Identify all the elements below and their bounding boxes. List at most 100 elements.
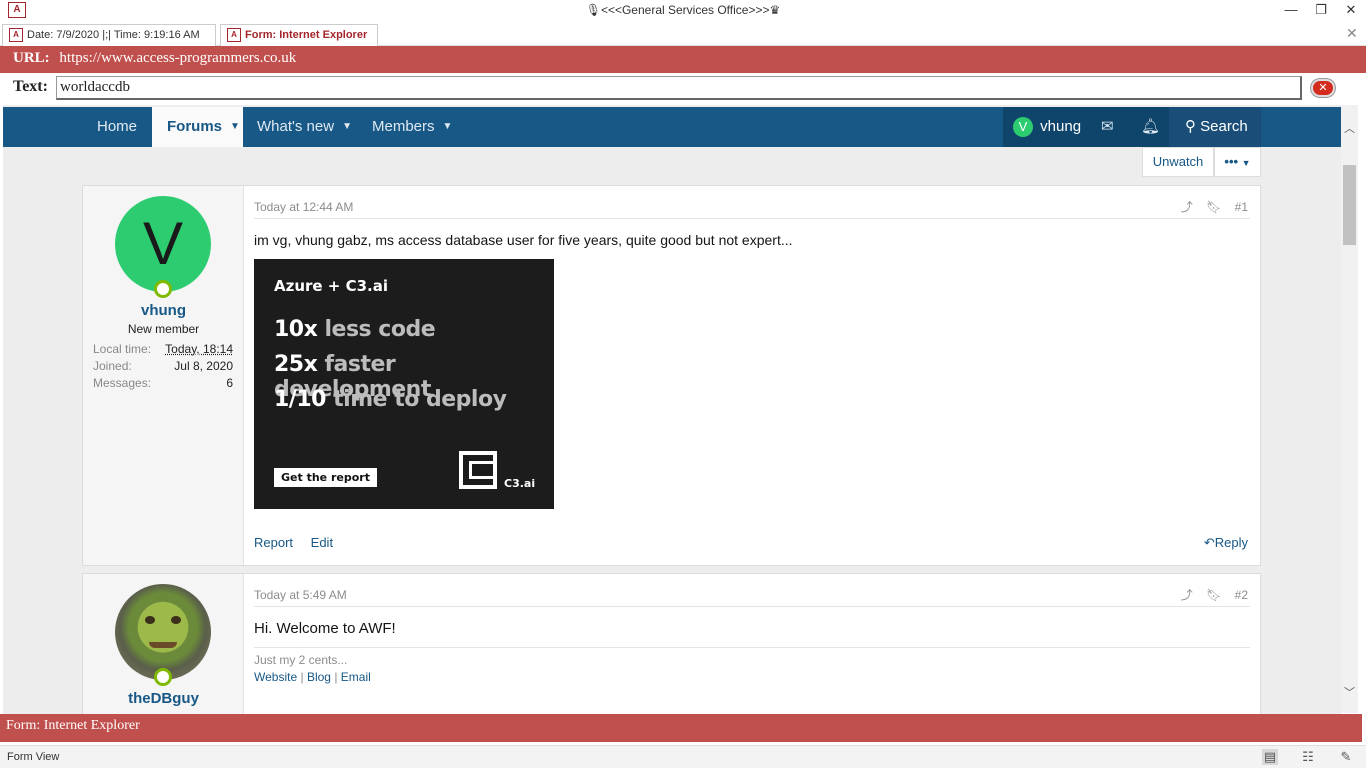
ad-number: 1/10 [274,387,326,412]
nav-username: vhung [1040,118,1082,135]
report-link[interactable]: Report [254,535,293,550]
tab-date-time[interactable]: A Date: 7/9/2020 |;| Time: 9:19:16 AM [2,24,216,46]
design-view-icon[interactable]: ✎ [1338,749,1354,765]
post-time[interactable]: Today at 5:49 AM [254,588,347,602]
ad-heading: Azure + C3.ai [274,277,389,295]
window-title: 🎙<<<General Services Office>>>♛ [585,3,781,17]
clear-text-button[interactable]: ✕ [1311,79,1335,97]
nav-user-area: V vhung ✉ 🔔︎ ⚲ Search [1003,107,1261,147]
nav-forums[interactable]: Forums ▼ [152,107,243,147]
post-number[interactable]: #2 [1235,588,1248,602]
separator: | [334,670,338,684]
restore-button[interactable]: ❐ [1306,0,1336,22]
chevron-down-icon: ▼ [342,121,352,133]
c3ai-logo-icon [459,451,497,489]
bookmark-icon[interactable]: 🔖︎ [1206,200,1221,214]
nav-home[interactable]: Home [97,107,137,147]
blog-link[interactable]: Blog [307,670,331,684]
user-title: New member [127,322,200,336]
more-options-button[interactable]: ••• ▼ [1214,147,1261,177]
online-status-icon [154,668,172,686]
user-avatar: V [1013,117,1033,138]
form-name-bar: Form: Internet Explorer [0,714,1362,742]
stat-label: Local time: [93,342,152,356]
status-text: Form View [7,751,60,763]
ad-text: time to deploy [333,387,507,412]
post-message: Today at 12:44 AM ⤴ 🔖︎ #1 im vg, vhung g… [244,186,1260,565]
ad-number: 10x [274,317,318,342]
minimize-button[interactable]: — [1276,0,1306,22]
tab-label: Form: Internet Explorer [245,29,368,41]
nav-members-label: Members [372,118,435,135]
user-pane: theDBguy [83,574,244,715]
nav-search[interactable]: ⚲ Search [1169,107,1261,147]
close-tab-icon[interactable]: ✕ [1346,25,1358,42]
form-view-icon[interactable]: ▤ [1262,749,1278,765]
signature-links: Website | Blog | Email [254,670,371,684]
ad-brand: C3.ai [504,477,536,490]
bell-icon[interactable]: 🔔︎ [1141,107,1160,147]
ad-number: 25x [274,352,318,377]
more-dots-icon: ••• [1224,154,1239,169]
chevron-down-icon: ▼ [442,121,453,133]
share-icon[interactable]: ⤴ [1181,588,1193,602]
user-pane: V vhung New member Local time: Today, 18:… [83,186,244,565]
nav-whats-new[interactable]: What's new ▼ [257,107,352,147]
nav-account[interactable]: V vhung [1013,107,1081,147]
post-body: im vg, vhung gabz, ms access database us… [254,232,793,248]
stat-value: Jul 8, 2020 [174,359,233,373]
online-status-icon [154,280,172,298]
tab-form-internet-explorer[interactable]: A Form: Internet Explorer [220,24,378,46]
reply-icon: ↶ [1203,535,1215,550]
datasheet-view-icon[interactable]: ☷ [1300,749,1316,765]
post-number[interactable]: #1 [1235,200,1248,214]
url-label: URL: [13,50,50,66]
email-link[interactable]: Email [341,670,371,684]
stat-label: Messages: [93,376,152,390]
text-label: Text: [13,78,48,95]
post-meta-actions: ⤴ 🔖︎ #1 [1181,198,1248,215]
post-username[interactable]: theDBguy [83,690,244,707]
divider [254,218,1250,219]
text-input[interactable]: worldaccdb [56,76,1302,100]
forum-nav-bar: Home Forums ▼ What's new ▼ Members ▼ V vhun… [3,107,1341,147]
scroll-up-icon[interactable]: ︿ [1341,120,1358,136]
scroll-down-icon[interactable]: ﹀ [1341,684,1358,700]
unwatch-button[interactable]: Unwatch [1142,147,1214,177]
get-report-button[interactable]: Get the report [274,468,377,487]
ad-text: less code [324,317,436,342]
signature-divider [254,647,1250,648]
url-value[interactable]: https://www.access-programmers.co.uk [59,50,296,66]
scrollbar-thumb[interactable] [1343,165,1356,245]
share-icon[interactable]: ⤴ [1181,200,1193,214]
post-actions: Report Edit [254,535,333,550]
chevron-down-icon[interactable]: ▼ [230,107,240,147]
advertisement-banner[interactable]: Azure + C3.ai 10x less code 25x faster d… [254,259,554,509]
caret-down-icon: ▼ [1241,158,1251,168]
divider [254,606,1250,607]
stat-value: 6 [226,376,233,390]
reply-button[interactable]: ↶Reply [1204,535,1248,551]
reply-label: Reply [1214,535,1248,550]
envelope-icon[interactable]: ✉ [1101,107,1114,147]
ad-line: 1/10 time to deploy [274,387,507,412]
browser-content: Home Forums ▼ What's new ▼ Members ▼ V vhun… [3,105,1341,715]
post-username[interactable]: vhung [83,302,244,319]
nav-search-label: Search [1200,118,1248,135]
ad-line: 10x less code [274,317,436,342]
nav-members[interactable]: Members ▼ [372,107,452,147]
bookmark-icon[interactable]: 🔖︎ [1206,588,1221,602]
website-link[interactable]: Website [254,670,297,684]
user-stat: Local time: Today, 18:14 [93,342,233,356]
user-avatar-large[interactable]: V [115,196,211,292]
edit-link[interactable]: Edit [311,535,333,550]
stat-label: Joined: [93,359,132,373]
post-time[interactable]: Today at 12:44 AM [254,200,353,214]
user-stat: Joined: Jul 8, 2020 [93,359,233,373]
close-window-button[interactable]: ✕ [1336,0,1366,22]
signature-text: Just my 2 cents... [254,653,348,667]
post-meta-actions: ⤴ 🔖︎ #2 [1181,586,1248,603]
post-body: Hi. Welcome to AWF! [254,620,396,637]
url-bar: URL: https://www.access-programmers.co.u… [0,46,1366,73]
user-avatar-photo[interactable] [115,584,211,680]
